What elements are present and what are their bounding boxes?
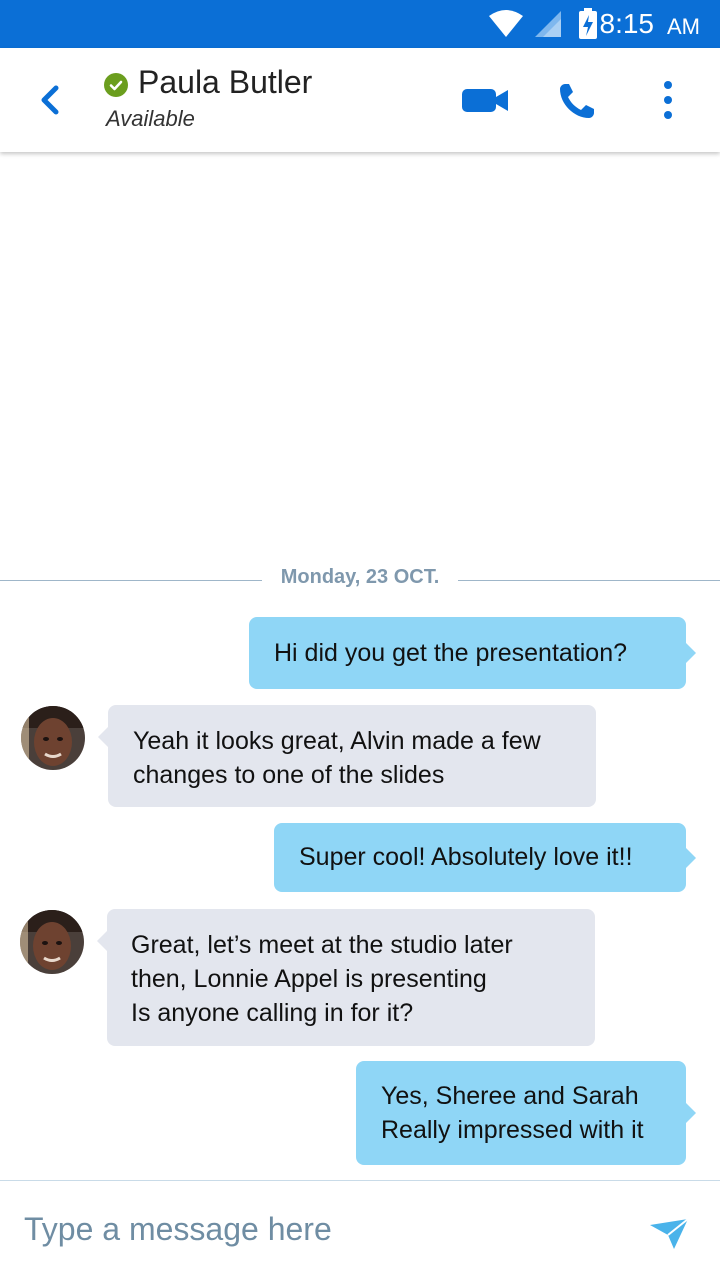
presence-status: Available (106, 106, 195, 131)
message-text: Great, let’s meet at the studio later (131, 931, 513, 959)
date-label: Monday, 23 OCT. (270, 566, 450, 588)
send-button[interactable] (648, 1217, 692, 1251)
message-text: Yes, Sheree and Sarah (381, 1082, 639, 1110)
video-call-button[interactable] (458, 72, 514, 128)
message-text: changes to one of the slides (133, 761, 445, 789)
chevron-left-icon (41, 85, 59, 115)
outgoing-message[interactable]: Hi did you get the presentation? (249, 617, 696, 689)
wifi-icon (489, 10, 523, 37)
back-button[interactable] (30, 80, 70, 120)
message-text: Really impressed with it (381, 1116, 644, 1144)
outgoing-message[interactable]: Super cool! Absolutely love it!! (274, 823, 696, 892)
avatar[interactable] (20, 910, 84, 974)
status-ampm: AM (667, 14, 700, 39)
message-text: Yeah it looks great, Alvin made a few (133, 727, 541, 755)
message-composer (0, 1180, 720, 1281)
status-bar: 8:15 AM (0, 0, 720, 48)
date-separator: Monday, 23 OCT. (0, 564, 720, 594)
voice-call-button[interactable] (550, 72, 606, 128)
more-options-button[interactable] (640, 72, 696, 128)
message-text: Super cool! Absolutely love it!! (299, 843, 633, 871)
message-text: Is anyone calling in for it? (131, 999, 414, 1027)
more-vertical-icon (664, 81, 672, 119)
incoming-message[interactable]: Great, let’s meet at the studio later th… (97, 909, 595, 1046)
conversation-header: Paula Butler Available (0, 48, 720, 152)
send-icon (650, 1218, 689, 1249)
message-input[interactable] (22, 1203, 626, 1255)
outgoing-message[interactable]: Yes, Sheree and Sarah Really impressed w… (356, 1061, 696, 1165)
avatar[interactable] (21, 706, 85, 770)
contact-name[interactable]: Paula Butler (138, 64, 312, 101)
presence-available-icon (104, 73, 128, 97)
incoming-message[interactable]: Yeah it looks great, Alvin made a few ch… (98, 705, 596, 807)
status-time: 8:15 (599, 8, 655, 39)
cellular-signal-icon (535, 11, 561, 37)
message-text: then, Lonnie Appel is presenting (131, 965, 487, 993)
message-text: Hi did you get the presentation? (274, 639, 628, 667)
battery-charging-icon (579, 8, 597, 39)
phone-icon (560, 84, 594, 118)
video-camera-icon (462, 89, 508, 112)
